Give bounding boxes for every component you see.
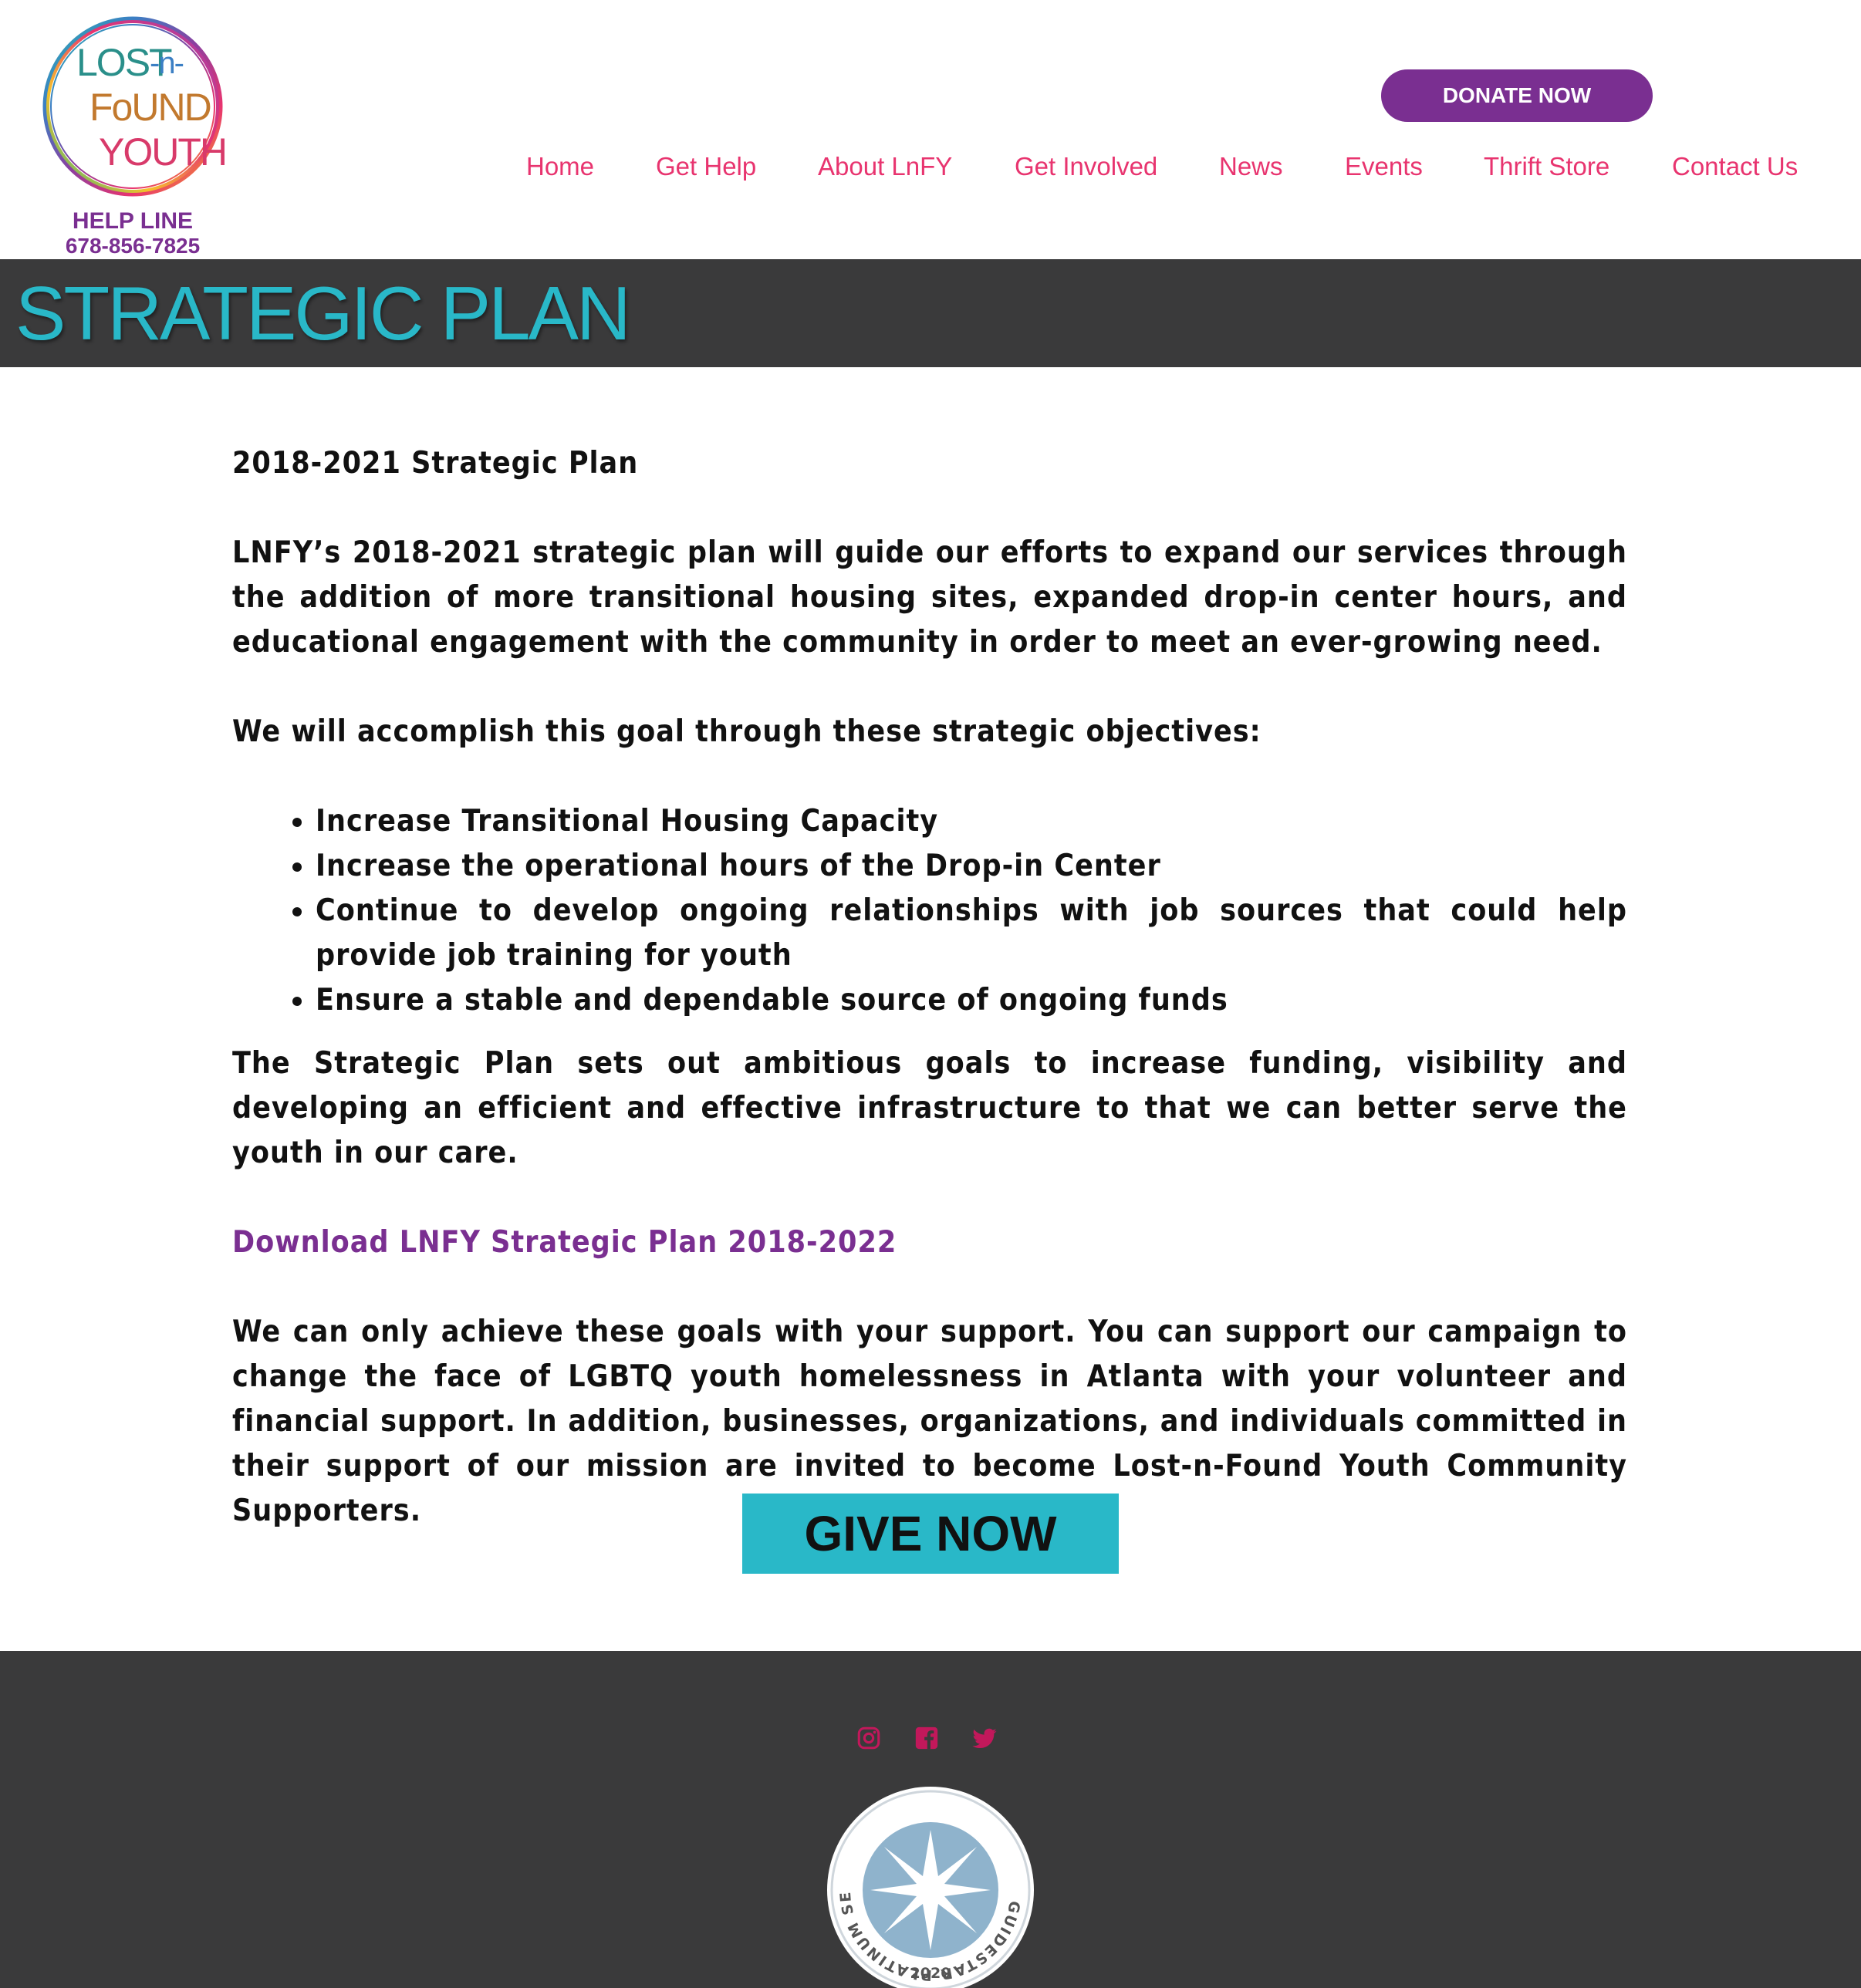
summary-paragraph: The Strategic Plan sets out ambitious go… (232, 1046, 1627, 1170)
objectives-intro: We will accomplish this goal through the… (232, 714, 1261, 749)
download-plan-link[interactable]: Download LNFY Strategic Plan 2018-2022 (232, 1225, 897, 1260)
nav-item-get-help[interactable]: Get Help (656, 151, 756, 182)
nav-item-get-involved[interactable]: Get Involved (1015, 151, 1157, 182)
twitter-icon[interactable] (971, 1725, 998, 1751)
nav-item-about[interactable]: About LnFY (818, 151, 952, 182)
nav-item-home[interactable]: Home (526, 151, 594, 182)
objectives-list: Increase Transitional Housing Capacity I… (232, 799, 1627, 1023)
title-band: STRATEGIC PLAN (0, 259, 1861, 367)
site-header: LOST -n- FoUND YOUTH HELP LINE 678-856-7… (0, 0, 1861, 259)
list-item: Increase Transitional Housing Capacity (316, 799, 1627, 844)
main-content: 2018-2021 Strategic Plan LNFY’s 2018-202… (232, 441, 1627, 1578)
intro-paragraph: LNFY’s 2018-2021 strategic plan will gui… (232, 535, 1627, 660)
guidestar-seal[interactable]: GUIDESTAR PLATINUM SEAL OF TRANSPARENCY … (826, 1785, 1035, 1988)
nav-item-contact-us[interactable]: Contact Us (1672, 151, 1798, 182)
help-line-label: HELP LINE (72, 208, 194, 234)
give-now-button[interactable]: GIVE NOW (742, 1494, 1119, 1574)
facebook-icon[interactable] (914, 1725, 940, 1751)
nav-item-events[interactable]: Events (1345, 151, 1423, 182)
page-title: STRATEGIC PLAN (15, 271, 631, 356)
logo[interactable]: LOST -n- FoUND YOUTH HELP LINE 678-856-7… (34, 8, 231, 258)
main-nav: Home Get Help About LnFY Get Involved Ne… (0, 151, 1861, 182)
seal-year: 2020 (910, 1965, 951, 1982)
list-item: Continue to develop ongoing relationship… (316, 889, 1627, 978)
donate-now-button[interactable]: DONATE NOW (1381, 69, 1653, 122)
instagram-icon[interactable] (856, 1725, 882, 1751)
site-footer: GUIDESTAR PLATINUM SEAL OF TRANSPARENCY … (0, 1651, 1861, 1988)
help-line-number[interactable]: 678-856-7825 (34, 235, 231, 258)
nav-item-thrift-store[interactable]: Thrift Store (1484, 151, 1609, 182)
list-item: Increase the operational hours of the Dr… (316, 844, 1627, 889)
content-heading: 2018-2021 Strategic Plan (232, 446, 639, 481)
list-item: Ensure a stable and dependable source of… (316, 978, 1627, 1023)
nav-item-news[interactable]: News (1219, 151, 1283, 182)
logo-word-n: -n- (150, 46, 184, 80)
logo-word-found: FoUND (90, 86, 212, 129)
